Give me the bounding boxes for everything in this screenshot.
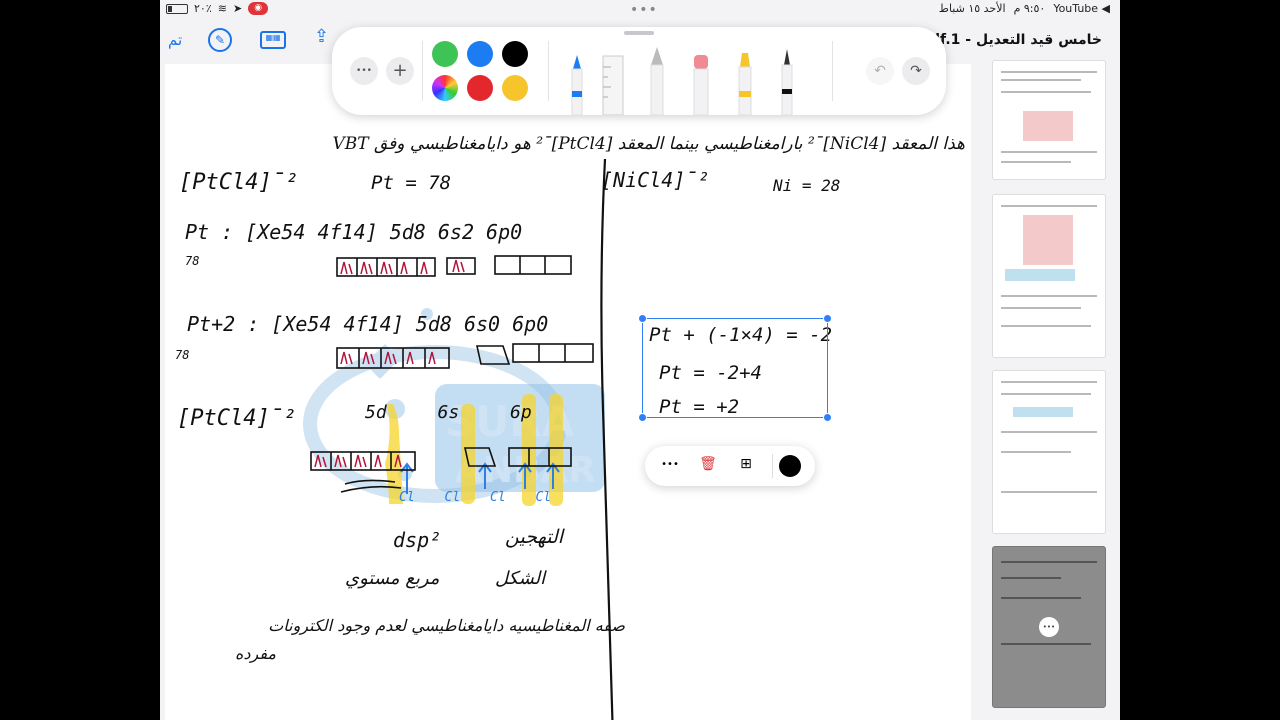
selection-handle-top-left[interactable]	[638, 314, 647, 323]
watermark-ar-1: الدكتورة	[661, 424, 709, 440]
note-ni-atomic-number: Ni = 28	[773, 176, 841, 195]
color-swatch-red[interactable]	[467, 75, 493, 101]
toolbar-divider	[422, 41, 423, 101]
selection-handle-bottom-left[interactable]	[638, 413, 647, 422]
toolbar-divider	[832, 41, 833, 101]
toolbar-drag-handle[interactable]	[624, 31, 654, 35]
note-pt-atomic-number: Pt = 78	[371, 172, 452, 194]
share-icon[interactable]: ⇪	[314, 26, 329, 47]
note-78-a: 78	[185, 254, 200, 268]
status-date: الأحد ١٥ شباط	[938, 2, 1006, 15]
color-swatch-black[interactable]	[502, 41, 528, 67]
note-cl-ligands: Cl Cl Cl Cl	[399, 490, 552, 505]
back-to-app-link[interactable]: YouTube ◀	[1053, 2, 1110, 15]
note-dsp2: dsp²	[393, 528, 442, 552]
note-ptcl4-formula-2: [PtCl4]ˉ²	[177, 406, 297, 431]
selection-color-button[interactable]	[779, 455, 801, 477]
toolbar-more-button[interactable]: •••	[350, 57, 378, 85]
toolbar-add-button[interactable]: +	[386, 57, 414, 85]
color-picker-wheel-icon[interactable]	[432, 75, 458, 101]
note-ptcl4-right: [NiCl4]ˉ²	[601, 168, 710, 192]
selection-more-button[interactable]: •••	[659, 459, 681, 470]
keyboard-icon[interactable]: ▦▦	[260, 31, 286, 49]
color-swatch-yellow[interactable]	[502, 75, 528, 101]
heading-arabic: هذا المعقد [NiCl4]ˉ² بارامغناطيسي بينما …	[332, 134, 965, 154]
page-thumbnail-4-selected[interactable]: •••	[992, 546, 1106, 708]
markup-pen-icon[interactable]: ✎	[208, 28, 232, 52]
markup-toolbar: ••• + ↶ ↷	[332, 27, 946, 115]
fine-pen-tool-icon[interactable]	[778, 49, 796, 115]
document-title: خامس قيد التعديل - pdf.1	[920, 32, 1102, 48]
duplicate-icon[interactable]: ⊞	[735, 456, 757, 472]
page-thumbnail-2[interactable]	[992, 194, 1106, 358]
eraser-tool-icon[interactable]	[692, 55, 710, 115]
page-thumbnails-sidebar: •••	[982, 60, 1112, 720]
battery-icon	[166, 3, 188, 14]
popup-divider	[772, 454, 773, 478]
selection-actions-popup: ••• 🗑 ⊞	[645, 446, 815, 486]
note-shape-value: مربع مستوي	[345, 568, 440, 589]
recording-indicator-icon[interactable]: ◉	[248, 2, 269, 15]
selection-handle-top-right[interactable]	[823, 314, 832, 323]
trash-icon[interactable]: 🗑	[697, 456, 719, 472]
status-bar: ٢٠٪ ≋ ➤ ◉ ••• YouTube ◀ ٩:٥٠ م الأحد ١٥ …	[160, 0, 1120, 18]
thumbnail-more-button[interactable]: •••	[1039, 617, 1059, 637]
undo-icon[interactable]: ↶	[866, 57, 894, 85]
color-swatch-blue[interactable]	[467, 41, 493, 67]
ipad-screen: ٢٠٪ ≋ ➤ ◉ ••• YouTube ◀ ٩:٥٠ م الأحد ١٥ …	[160, 0, 1120, 720]
wifi-icon: ≋	[217, 2, 227, 15]
color-swatch-green[interactable]	[432, 41, 458, 67]
ruler-tool-icon[interactable]	[602, 55, 624, 115]
selection-handle-bottom-right[interactable]	[823, 413, 832, 422]
location-icon: ➤	[232, 2, 243, 15]
note-page[interactable]: SURA ANBAR الدكتورة سرى عنبر	[165, 64, 971, 720]
battery-percent: ٢٠٪	[194, 2, 212, 15]
status-time: ٩:٥٠ م	[1013, 2, 1046, 15]
note-hybridization-label: التهجين	[505, 526, 564, 548]
pen-tool-icon[interactable]	[568, 51, 586, 115]
note-pt-config: Pt : [Xe54 4f14] 5d8 6s2 6p0	[185, 220, 523, 244]
note-pt2-config: Pt+2 : [Xe54 4f14] 5d8 6s0 6p0	[187, 312, 549, 336]
note-single-electrons: مفرده	[235, 644, 276, 663]
note-ptcl4-formula: [PtCl4]ˉ²	[179, 170, 299, 195]
redo-icon[interactable]: ↷	[902, 57, 930, 85]
note-shape-label: الشكل	[495, 568, 546, 589]
done-button[interactable]: تم	[168, 31, 182, 49]
page-thumbnail-3[interactable]	[992, 370, 1106, 534]
note-magnetic-property: صفه المغناطيسيه دايامغناطيسي لعدم وجود ا…	[268, 616, 625, 635]
page-thumbnail-1[interactable]	[992, 60, 1106, 180]
multitasking-dots-icon[interactable]: •••	[630, 2, 658, 18]
lasso-selection-box[interactable]	[638, 314, 832, 422]
note-78-b: 78	[175, 348, 190, 362]
toolbar-divider	[548, 41, 549, 101]
highlighter-tool-icon[interactable]	[736, 53, 754, 115]
pencil-tool-icon[interactable]	[648, 45, 666, 115]
note-orbital-labels: 5d 6s 6p	[365, 402, 532, 423]
